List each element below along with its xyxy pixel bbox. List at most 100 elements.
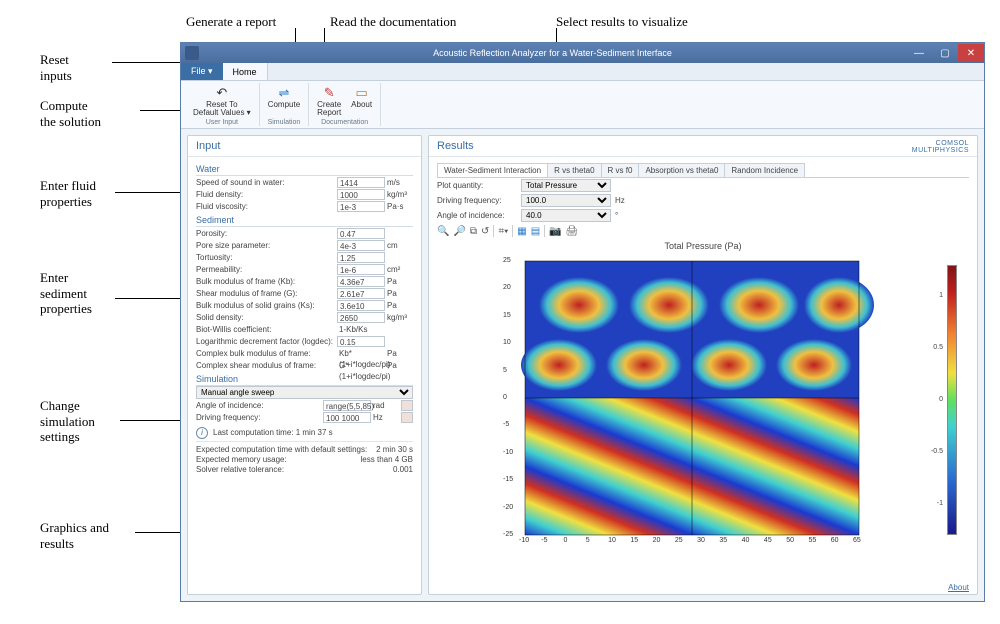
results-tab[interactable]: Random Incidence [724, 163, 805, 177]
zoom-in-icon[interactable]: 🔍 [437, 226, 449, 237]
unit-button[interactable] [401, 400, 413, 411]
field-value[interactable]: range(5,5,85)[deg] [323, 400, 371, 411]
input-row: Fluid viscosity: 1e-3 Pa·s [196, 200, 413, 212]
reset-defaults-button[interactable]: ↶ Reset To Default Values ▾ [189, 83, 255, 118]
input-row: Pore size parameter: 4e-3 cm [196, 239, 413, 251]
colorbar-tick: -0.5 [931, 448, 943, 455]
field-value[interactable]: 1.25 [337, 252, 385, 263]
field-label: Porosity: [196, 229, 335, 238]
results-tab[interactable]: Water-Sediment Interaction [437, 163, 548, 177]
brand-label: COMSOL MULTIPHYSICS [912, 140, 969, 154]
field-unit: cm [387, 241, 413, 250]
window-title: Acoustic Reflection Analyzer for a Water… [199, 48, 906, 58]
field-unit: cm² [387, 265, 413, 274]
section-sediment: Sediment [196, 214, 413, 227]
grid-icon[interactable]: ▦ [517, 226, 526, 237]
reset-zoom-icon[interactable]: ↺ [481, 226, 489, 237]
field-label: Fluid viscosity: [196, 202, 335, 211]
y-tick: -5 [503, 421, 509, 428]
field-value[interactable]: 0.15 [337, 336, 385, 347]
about-link[interactable]: About [948, 583, 969, 592]
close-button[interactable]: ✕ [958, 44, 984, 62]
y-tick: -10 [503, 449, 513, 456]
colorbar-tick: 0 [939, 396, 943, 403]
field-value[interactable]: 0.47 [337, 228, 385, 239]
callout-graphics: Graphics and results [40, 520, 109, 551]
last-computation-time: Last computation time: 1 min 37 s [213, 428, 333, 437]
menu-file[interactable]: File ▾ [181, 63, 223, 80]
snapshot-icon[interactable]: 📷 [549, 226, 561, 237]
field-unit: rad [373, 401, 399, 410]
field-label: Complex shear modulus of frame: [196, 361, 335, 370]
field-unit: kg/m³ [387, 190, 413, 199]
field-label: Tortuosity: [196, 253, 335, 262]
field-value[interactable]: 1e-6 [337, 264, 385, 275]
field-value[interactable]: 1000 [337, 189, 385, 200]
field-value[interactable]: 1414 [337, 177, 385, 188]
input-row: Solid density: 2650 kg/m³ [196, 311, 413, 323]
field-value[interactable]: 2.61e7 [337, 288, 385, 299]
results-tab[interactable]: R vs f0 [601, 163, 640, 177]
field-value[interactable]: 3.6e10 [337, 300, 385, 311]
x-tick: 25 [675, 537, 683, 544]
field-value[interactable]: 1e-3 [337, 201, 385, 212]
results-tabs: Water-Sediment InteractionR vs theta0R v… [437, 163, 969, 178]
input-panel: Input Water Speed of sound in water: 141… [187, 135, 422, 595]
callout-sediment: Enter sediment properties [40, 270, 92, 317]
y-tick: -25 [503, 531, 513, 538]
field-label: Bulk modulus of frame (Kb): [196, 277, 335, 286]
zoom-out-icon[interactable]: 🔎 [453, 226, 465, 237]
callout-report: Generate a report [186, 14, 276, 30]
x-tick: -10 [519, 537, 529, 544]
field-unit: Pa [387, 361, 413, 370]
field-value[interactable]: 4e-3 [337, 240, 385, 251]
plot-toolbar: 🔍 🔎 ⧉ ↺ ⌗▾ ▦ ▤ 📷 🖨 [437, 223, 969, 239]
field-label: Shear modulus of frame (G): [196, 289, 335, 298]
print-icon[interactable]: 🖨 [566, 226, 579, 237]
maximize-button[interactable]: ▢ [932, 44, 958, 62]
menubar: File ▾ Home [181, 63, 984, 81]
result-control: Angle of incidence: 40.0 ° [437, 208, 969, 223]
y-tick: -20 [503, 504, 513, 511]
about-button[interactable]: ▭ About [347, 83, 376, 118]
unit-button[interactable] [401, 412, 413, 423]
callout-select-results: Select results to visualize [556, 14, 688, 30]
plot-area: Total Pressure (Pa) [437, 239, 969, 569]
x-tick: 45 [764, 537, 772, 544]
zoom-box-icon[interactable]: ⧉ [470, 226, 477, 237]
create-report-button[interactable]: ✎ Create Report [313, 83, 345, 118]
results-tab[interactable]: R vs theta0 [547, 163, 601, 177]
field-value[interactable]: 100 1000 [323, 412, 371, 423]
results-tab[interactable]: Absorption vs theta0 [638, 163, 725, 177]
ribbon: ↶ Reset To Default Values ▾ User Input ⇌… [181, 81, 984, 129]
result-select[interactable]: 40.0 [521, 209, 611, 222]
field-value[interactable]: 2650 [337, 312, 385, 323]
callout-simulation: Change simulation settings [40, 398, 95, 445]
sim-mode-select[interactable]: Manual angle sweep [196, 386, 413, 399]
undo-icon: ↶ [214, 84, 230, 100]
input-row: Fluid density: 1000 kg/m³ [196, 188, 413, 200]
plot-canvas[interactable] [469, 255, 887, 550]
x-tick: 10 [608, 537, 616, 544]
minimize-button[interactable]: — [906, 44, 932, 62]
field-label: Driving frequency: [196, 413, 321, 422]
axes-icon[interactable]: ⌗▾ [498, 226, 508, 237]
x-tick: 55 [808, 537, 816, 544]
x-tick: 60 [831, 537, 839, 544]
x-tick: 50 [786, 537, 794, 544]
menu-home[interactable]: Home [223, 63, 268, 80]
result-select[interactable]: 100.0 [521, 194, 611, 207]
x-tick: 15 [630, 537, 638, 544]
field-label: Logarithmic decrement factor (logdec): [196, 337, 335, 346]
results-header: Results [429, 136, 977, 157]
field-unit: Hz [373, 413, 399, 422]
legend-icon[interactable]: ▤ [531, 226, 540, 237]
result-select[interactable]: Total Pressure [521, 179, 611, 192]
field-unit: Pa [387, 289, 413, 298]
x-tick: 20 [653, 537, 661, 544]
compute-button[interactable]: ⇌ Compute [264, 83, 304, 110]
input-row: Porosity: 0.47 [196, 227, 413, 239]
field-unit: Pa·s [387, 202, 413, 211]
field-label: Complex bulk modulus of frame: [196, 349, 335, 358]
field-value[interactable]: 4.36e7 [337, 276, 385, 287]
